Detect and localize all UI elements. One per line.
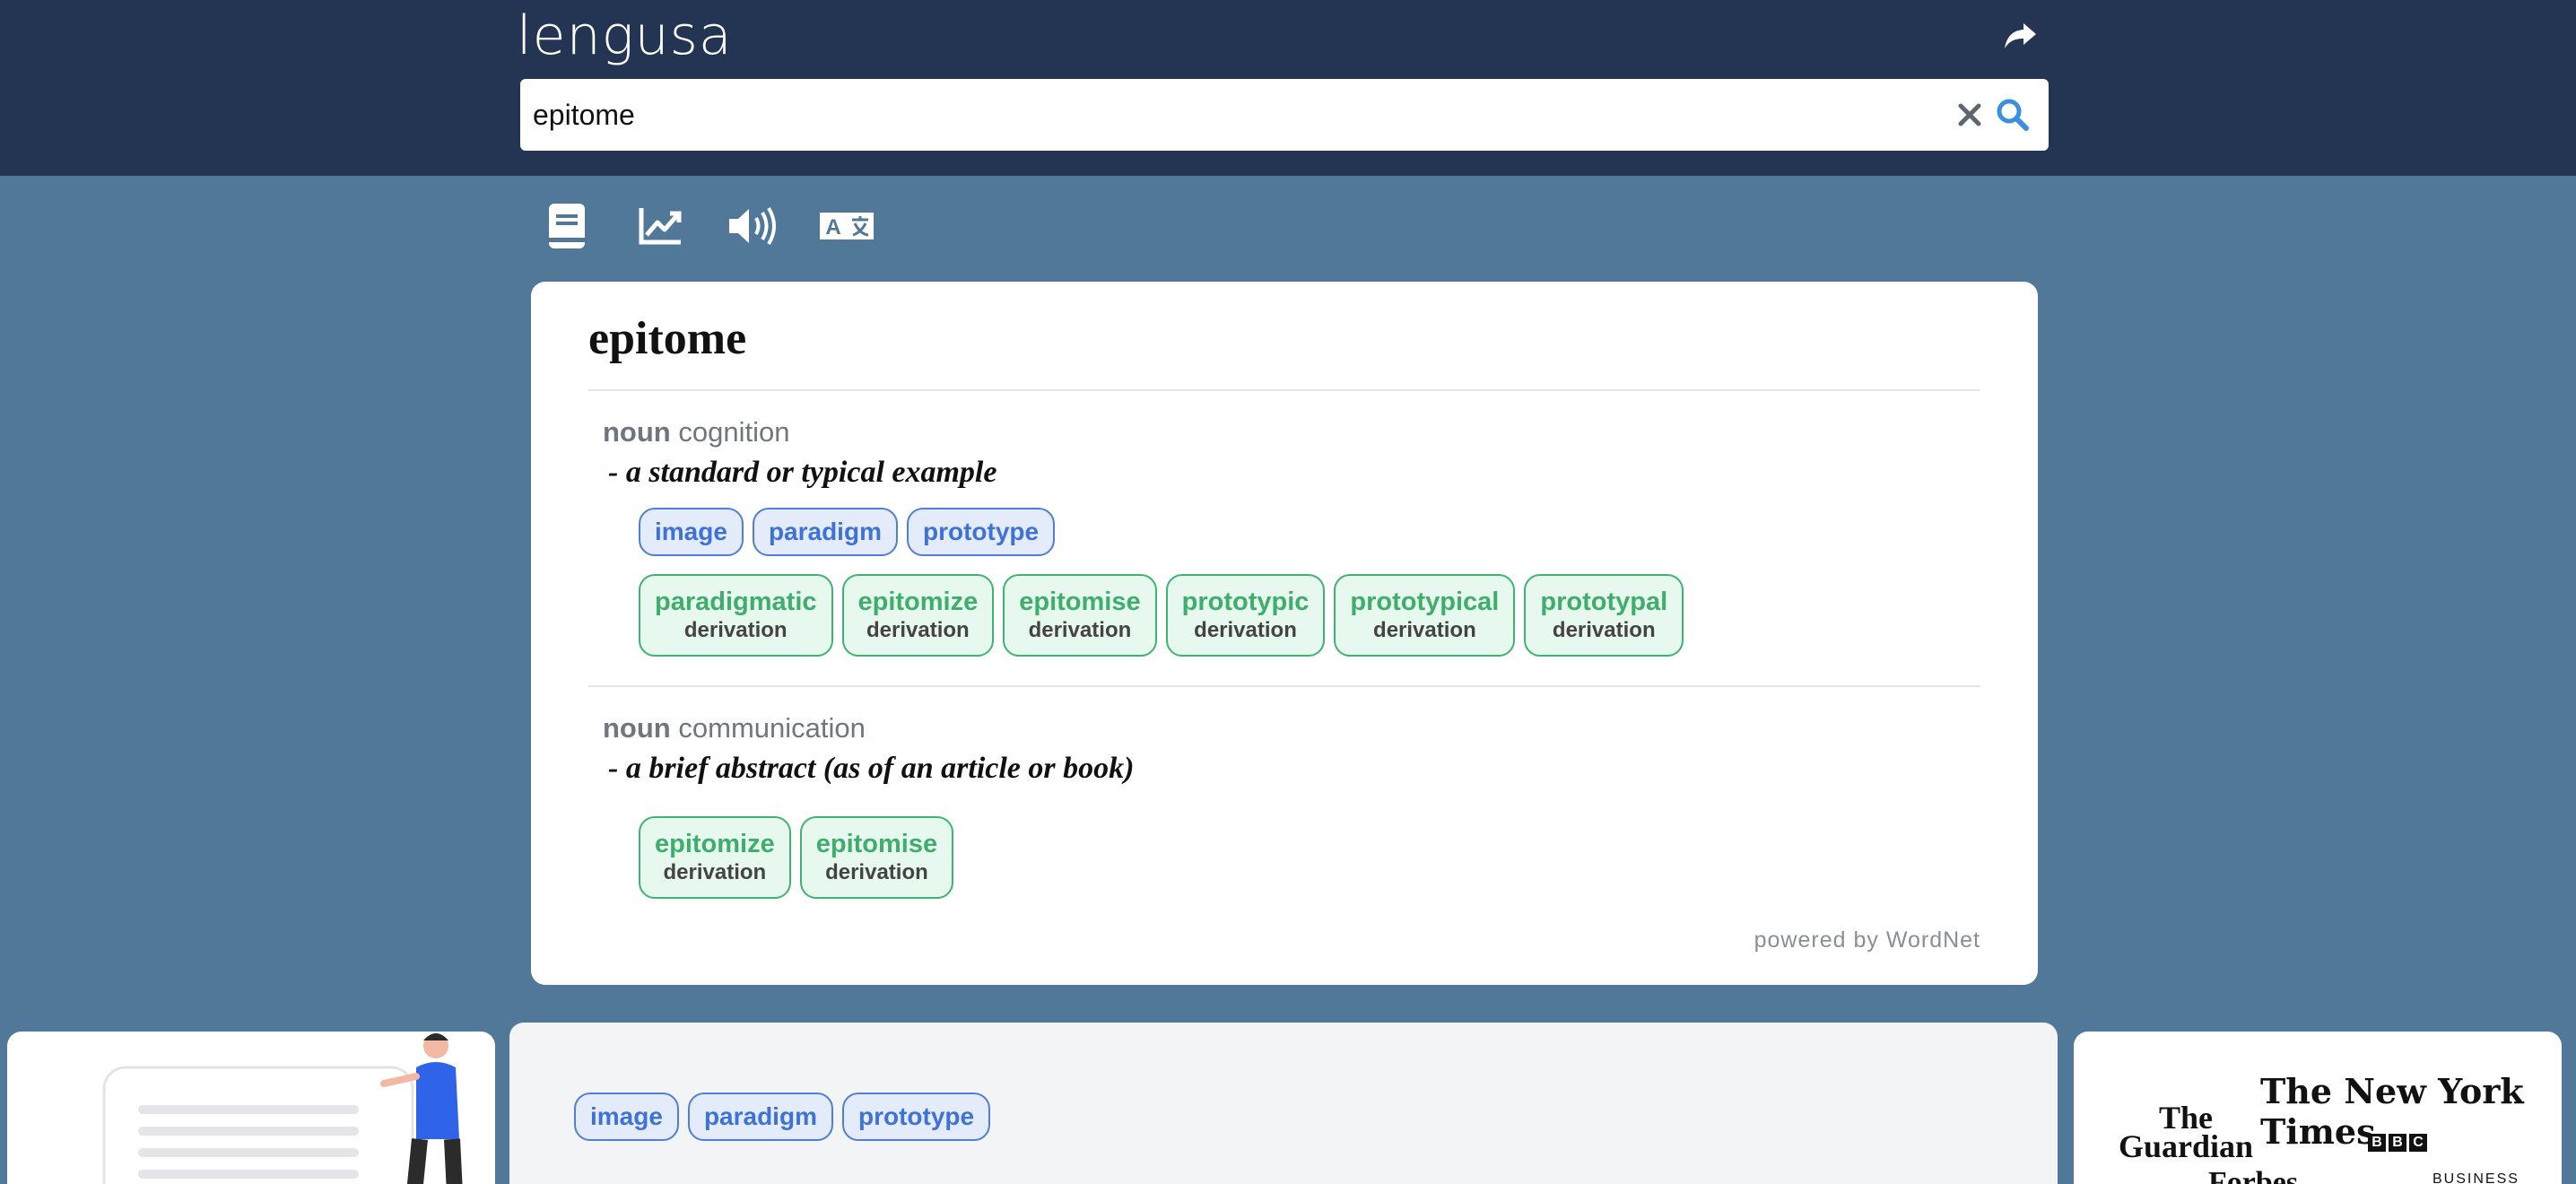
search-bar <box>520 79 2049 151</box>
derivation-chip[interactable]: epitomise derivation <box>1003 574 1157 657</box>
derivation-type: derivation <box>1028 618 1132 642</box>
sense-gloss: - a standard or typical example <box>608 456 997 489</box>
derivation-word: epitomise <box>1019 588 1141 616</box>
synonym-chips-bottom: image paradigm prototype <box>574 1093 991 1141</box>
derivation-word: prototypic <box>1181 588 1310 616</box>
business-logo: BUSINESS <box>2432 1171 2519 1184</box>
derivation-word: epitomize <box>655 830 775 858</box>
synonym-chip[interactable]: paradigm <box>752 508 898 556</box>
derivation-word: prototypal <box>1540 588 1668 616</box>
press-logos-panel: The New York Times The Guardian B B C Fo… <box>2074 1032 2562 1184</box>
bbc-letter: B <box>2389 1134 2406 1152</box>
bbc-letter: C <box>2409 1134 2427 1152</box>
synonym-chip[interactable]: prototype <box>906 508 1056 556</box>
trend-chart-icon[interactable] <box>631 199 689 253</box>
related-words-panel: image paradigm prototype <box>509 1023 2058 1184</box>
derivation-type: derivation <box>683 618 788 642</box>
guardian-logo: The Guardian <box>2119 1101 2254 1164</box>
entry-word: epitome <box>588 313 747 364</box>
derivation-chip[interactable]: epitomize derivation <box>639 816 791 899</box>
derivation-word: paradigmatic <box>655 588 817 616</box>
bbc-logo: B B C <box>2368 1134 2427 1152</box>
powered-by-wordnet[interactable]: powered by WordNet <box>1754 927 1980 953</box>
derivation-chips-2: epitomize derivation epitomise derivation <box>639 816 954 899</box>
divider <box>588 389 1980 391</box>
sense-pos-line: noun communication <box>603 712 1134 744</box>
translate-icon[interactable]: A <box>818 199 875 253</box>
derivation-chip[interactable]: prototypical derivation <box>1334 574 1516 657</box>
sense-pos-line: noun cognition <box>603 416 996 448</box>
person-with-document-illustration <box>102 1033 463 1184</box>
sense-2: noun communication - a brief abstract (a… <box>603 712 1134 786</box>
derivation-word: epitomise <box>815 830 938 858</box>
derivation-chip[interactable]: epitomize derivation <box>841 574 995 657</box>
share-icon[interactable] <box>2000 16 2040 56</box>
derivation-chip[interactable]: prototypic derivation <box>1165 574 1326 657</box>
synonym-chip[interactable]: prototype <box>841 1093 991 1141</box>
derivation-chip[interactable]: epitomise derivation <box>799 816 954 899</box>
sense-1: noun cognition - a standard or typical e… <box>603 416 996 490</box>
synonym-chips-1: image paradigm prototype <box>639 508 1056 556</box>
site-logo[interactable]: lengusa <box>517 4 733 68</box>
derivation-word: epitomize <box>857 588 979 616</box>
derivation-word: prototypical <box>1350 588 1500 616</box>
header-bar: lengusa <box>0 0 2576 176</box>
derivation-type: derivation <box>663 860 767 884</box>
book-icon[interactable] <box>538 199 596 253</box>
guardian-logo-line: Guardian <box>2119 1128 2254 1164</box>
search-input[interactable] <box>533 79 1878 151</box>
derivation-type: derivation <box>866 618 970 642</box>
derivation-type: derivation <box>1194 618 1297 642</box>
definition-card: epitome noun cognition - a standard or t… <box>531 282 2038 985</box>
synonym-chip[interactable]: paradigm <box>687 1093 833 1141</box>
divider <box>588 685 1980 687</box>
sense-category: cognition <box>678 416 790 448</box>
synonym-chip[interactable]: image <box>574 1093 679 1141</box>
clear-icon[interactable] <box>1954 99 1986 131</box>
svg-text:A: A <box>825 215 840 239</box>
speaker-icon[interactable] <box>725 199 782 253</box>
view-toolbar: A <box>538 197 875 255</box>
derivation-type: derivation <box>825 860 928 884</box>
synonym-chip[interactable]: image <box>639 508 744 556</box>
sense-pos: noun <box>603 712 671 744</box>
illustration-panel <box>7 1032 495 1184</box>
sense-gloss: - a brief abstract (as of an article or … <box>608 752 1135 785</box>
sense-category: communication <box>678 712 866 744</box>
derivation-chip[interactable]: paradigmatic derivation <box>639 574 833 657</box>
sense-pos: noun <box>603 416 671 448</box>
forbes-logo: Forbes <box>2208 1166 2299 1184</box>
bbc-letter: B <box>2368 1134 2386 1152</box>
search-icon[interactable] <box>1995 97 2031 133</box>
derivation-type: derivation <box>1552 618 1656 642</box>
derivation-chip[interactable]: prototypal derivation <box>1524 574 1684 657</box>
derivation-chips-1: paradigmatic derivation epitomize derivati… <box>639 574 1684 657</box>
derivation-type: derivation <box>1373 618 1476 642</box>
